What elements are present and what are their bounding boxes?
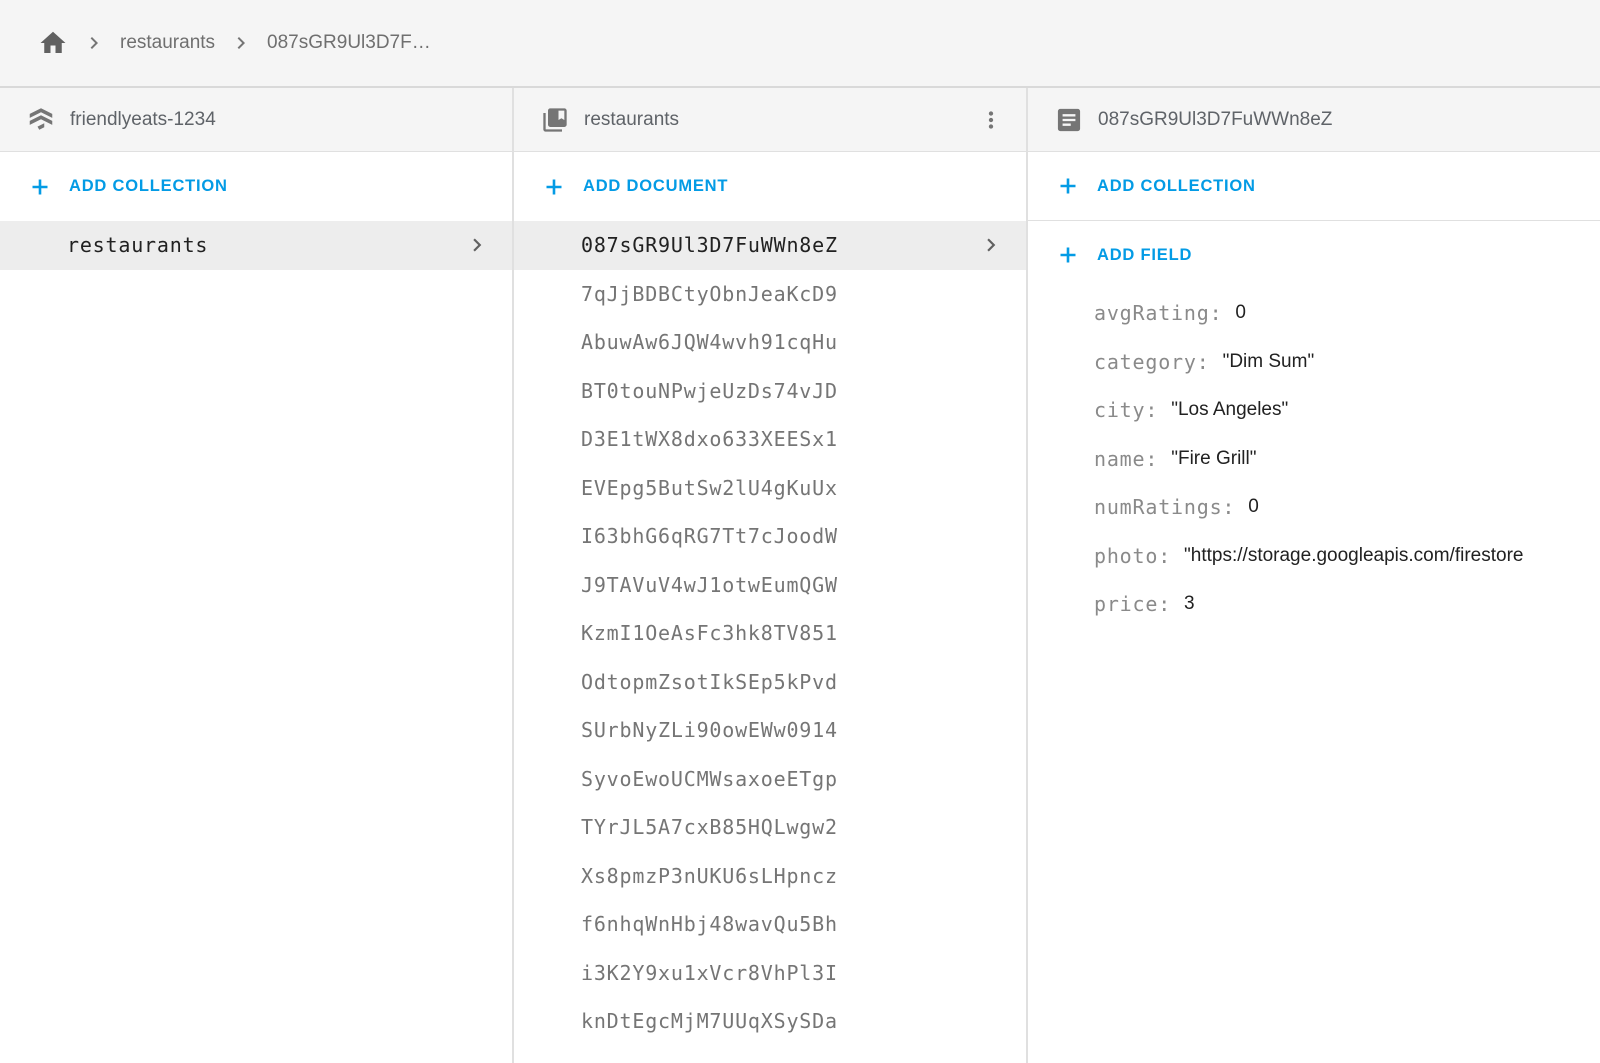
document-row[interactable]: KzmI1OeAsFc3hk8TV851 xyxy=(514,609,1026,658)
chevron-right-icon xyxy=(464,232,490,258)
document-row[interactable]: AbuwAw6JQW4wvh91cqHu xyxy=(514,318,1026,367)
document-row-label: OdtopmZsotIkSEp5kPvd xyxy=(581,670,838,694)
document-row[interactable]: D3E1tWX8dxo633XEESx1 xyxy=(514,415,1026,464)
document-row-label: 087sGR9Ul3D7FuWWn8eZ xyxy=(581,233,838,257)
document-row[interactable]: OdtopmZsotIkSEp5kPvd xyxy=(514,658,1026,707)
kebab-menu-icon[interactable] xyxy=(974,103,1008,137)
project-header: friendlyeats-1234 xyxy=(0,88,512,152)
plus-icon xyxy=(1056,174,1080,198)
field-row-price[interactable]: price: 3 xyxy=(1028,580,1600,629)
field-value: "Dim Sum" xyxy=(1223,351,1315,373)
document-row-label: BT0touNPwjeUzDs74vJD xyxy=(581,379,838,403)
field-value: 0 xyxy=(1235,302,1246,324)
breadcrumb: restaurants 087sGR9Ul3D7F… xyxy=(0,0,1600,88)
add-collection-button[interactable]: ADD COLLECTION xyxy=(1028,152,1600,221)
chevron-right-icon xyxy=(82,31,106,55)
document-header: 087sGR9Ul3D7FuWWn8eZ xyxy=(1028,88,1600,152)
field-value: 3 xyxy=(1184,593,1195,615)
plus-icon xyxy=(1056,243,1080,267)
home-icon[interactable] xyxy=(38,28,68,58)
firestore-icon xyxy=(26,105,56,135)
field-list: avgRating: 0 category: "Dim Sum" city: "Los A… xyxy=(1028,289,1600,629)
document-row-label: KzmI1OeAsFc3hk8TV851 xyxy=(581,621,838,645)
document-row[interactable]: EVEpg5ButSw2lU4gKuUx xyxy=(514,464,1026,513)
field-key: avgRating: xyxy=(1094,301,1222,325)
collection-icon xyxy=(540,105,570,135)
document-title: 087sGR9Ul3D7FuWWn8eZ xyxy=(1098,109,1332,131)
document-row-label: J9TAVuV4wJ1otwEumQGW xyxy=(581,573,838,597)
field-row-numRatings[interactable]: numRatings: 0 xyxy=(1028,483,1600,532)
document-row[interactable]: Xs8pmzP3nUKU6sLHpncz xyxy=(514,852,1026,901)
firestore-console: restaurants 087sGR9Ul3D7F… friendlyeats-… xyxy=(0,0,1600,1063)
plus-icon xyxy=(542,175,566,199)
document-row-label: D3E1tWX8dxo633XEESx1 xyxy=(581,427,838,451)
breadcrumb-item-document: 087sGR9Ul3D7F… xyxy=(267,32,431,54)
panel-container: friendlyeats-1234 ADD COLLECTION restaur… xyxy=(0,88,1600,1063)
field-key: price: xyxy=(1094,592,1171,616)
document-row[interactable]: 7qJjBDBCtyObnJeaKcD9 xyxy=(514,270,1026,319)
field-key: photo: xyxy=(1094,544,1171,568)
field-row-avgRating[interactable]: avgRating: 0 xyxy=(1028,289,1600,338)
field-key: city: xyxy=(1094,398,1158,422)
document-list: 087sGR9Ul3D7FuWWn8eZ 7qJjBDBCtyObnJeaKcD9… xyxy=(514,221,1026,1046)
collection-title: restaurants xyxy=(584,109,679,131)
document-row-label: knDtEgcMjM7UUqXSySDa xyxy=(581,1009,838,1033)
collection-header: restaurants xyxy=(514,88,1026,152)
document-row[interactable]: J9TAVuV4wJ1otwEumQGW xyxy=(514,561,1026,610)
field-key: category: xyxy=(1094,350,1210,374)
collection-row-label: restaurants xyxy=(67,233,208,257)
field-value: "https://storage.googleapis.com/firestor… xyxy=(1184,545,1523,567)
chevron-right-icon xyxy=(229,31,253,55)
field-row-category[interactable]: category: "Dim Sum" xyxy=(1028,338,1600,387)
field-key: name: xyxy=(1094,447,1158,471)
field-value: "Los Angeles" xyxy=(1171,399,1288,421)
chevron-right-icon xyxy=(978,232,1004,258)
document-icon xyxy=(1054,105,1084,135)
document-row-label: Xs8pmzP3nUKU6sLHpncz xyxy=(581,864,838,888)
document-row-label: 7qJjBDBCtyObnJeaKcD9 xyxy=(581,282,838,306)
document-row[interactable]: f6nhqWnHbj48wavQu5Bh xyxy=(514,900,1026,949)
document-row[interactable]: TYrJL5A7cxB85HQLwgw2 xyxy=(514,803,1026,852)
document-row-label: EVEpg5ButSw2lU4gKuUx xyxy=(581,476,838,500)
breadcrumb-item-collection[interactable]: restaurants xyxy=(120,32,215,54)
document-row[interactable]: SyvoEwoUCMWsaxoeETgp xyxy=(514,755,1026,804)
document-row-label: SyvoEwoUCMWsaxoeETgp xyxy=(581,767,838,791)
field-row-name[interactable]: name: "Fire Grill" xyxy=(1028,435,1600,484)
field-value: "Fire Grill" xyxy=(1171,448,1256,470)
document-row[interactable]: 087sGR9Ul3D7FuWWn8eZ xyxy=(514,221,1026,270)
document-row-label: TYrJL5A7cxB85HQLwgw2 xyxy=(581,815,838,839)
document-row-label: i3K2Y9xu1xVcr8VhPl3I xyxy=(581,961,838,985)
plus-icon xyxy=(28,175,52,199)
document-row-label: SUrbNyZLi90owEWw0914 xyxy=(581,718,838,742)
collection-row[interactable]: restaurants xyxy=(0,221,512,270)
field-key: numRatings: xyxy=(1094,495,1235,519)
collections-panel: friendlyeats-1234 ADD COLLECTION restaur… xyxy=(0,88,514,1063)
documents-panel: restaurants ADD DOCUMENT 087sGR9Ul3D7FuW… xyxy=(514,88,1028,1063)
document-row[interactable]: i3K2Y9xu1xVcr8VhPl3I xyxy=(514,949,1026,998)
document-row-label: f6nhqWnHbj48wavQu5Bh xyxy=(581,912,838,936)
field-value: 0 xyxy=(1248,496,1259,518)
add-field-button[interactable]: ADD FIELD xyxy=(1028,221,1600,289)
document-row[interactable]: BT0touNPwjeUzDs74vJD xyxy=(514,367,1026,416)
field-row-photo[interactable]: photo: "https://storage.googleapis.com/fi… xyxy=(1028,532,1600,581)
document-row[interactable]: knDtEgcMjM7UUqXSySDa xyxy=(514,997,1026,1046)
document-row[interactable]: I63bhG6qRG7Tt7cJoodW xyxy=(514,512,1026,561)
document-row-label: I63bhG6qRG7Tt7cJoodW xyxy=(581,524,838,548)
add-document-button[interactable]: ADD DOCUMENT xyxy=(514,152,1026,221)
document-row[interactable]: SUrbNyZLi90owEWw0914 xyxy=(514,706,1026,755)
fields-panel: 087sGR9Ul3D7FuWWn8eZ ADD COLLECTION ADD … xyxy=(1028,88,1600,1063)
document-row-label: AbuwAw6JQW4wvh91cqHu xyxy=(581,330,838,354)
add-collection-button[interactable]: ADD COLLECTION xyxy=(0,152,512,221)
collection-list: restaurants xyxy=(0,221,512,270)
field-row-city[interactable]: city: "Los Angeles" xyxy=(1028,386,1600,435)
project-title: friendlyeats-1234 xyxy=(70,109,216,131)
